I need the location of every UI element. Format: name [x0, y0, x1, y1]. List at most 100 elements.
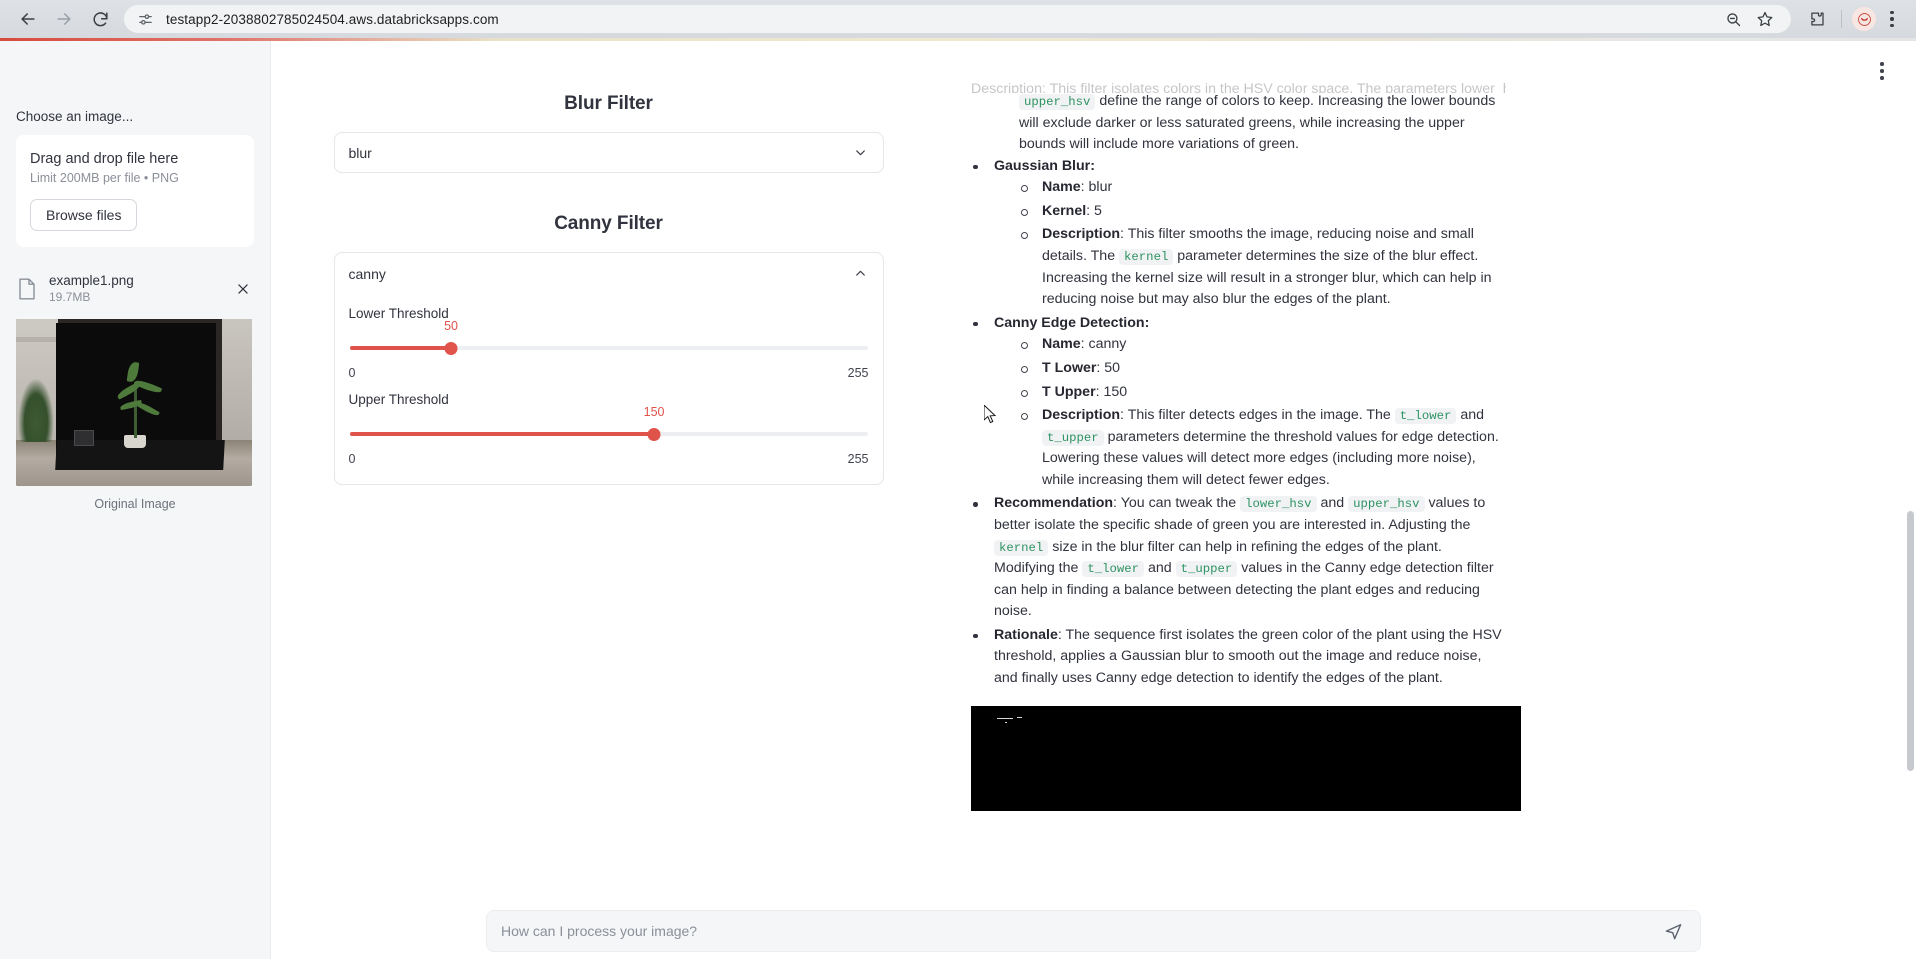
- clipped-description-line: Description: This filter isolates colors…: [971, 79, 1506, 93]
- dropzone-limit-text: Limit 200MB per file • PNG: [30, 171, 240, 185]
- inline-code-t-upper: t_upper: [1176, 561, 1238, 577]
- section-gaussian-blur: Gaussian Blur: Name: blur Kernel: 5 Desc…: [971, 156, 1506, 311]
- item-value: canny: [1089, 336, 1127, 352]
- rationale-key: Rationale: [994, 627, 1058, 643]
- chat-input-bar: How can I process your image?: [271, 903, 1916, 959]
- canny-expander-header[interactable]: canny: [349, 253, 869, 294]
- canny-filter-selected-value: canny: [349, 266, 853, 282]
- list-item: T Upper: 150: [1019, 382, 1506, 404]
- chevron-up-icon[interactable]: [853, 266, 869, 282]
- section-heading: Gaussian Blur:: [994, 158, 1095, 174]
- uploaded-file-item: example1.png 19.7MB: [16, 267, 254, 315]
- processed-image-output: [971, 706, 1521, 811]
- back-button[interactable]: [10, 1, 46, 37]
- slider-handle[interactable]: [648, 428, 661, 441]
- inline-code-lower-hsv: lower_hsv: [1240, 496, 1316, 512]
- reload-button[interactable]: [82, 1, 118, 37]
- lower-threshold-slider[interactable]: 50: [350, 338, 868, 358]
- extensions-puzzle-icon[interactable]: [1803, 5, 1831, 33]
- item-key: Description: [1042, 407, 1120, 423]
- canny-filter-expander: canny Lower Threshold 50 0 255: [334, 252, 884, 485]
- item-text-pre: This filter detects edges in the image. …: [1128, 407, 1391, 423]
- item-key: Description: [1042, 226, 1120, 242]
- inline-code-upper-hsv: upper_hsv: [1348, 496, 1424, 512]
- lower-threshold-min: 0: [349, 366, 356, 380]
- assistant-answer: Description: This filter isolates colors…: [946, 41, 1506, 811]
- rec-text-5: and: [1148, 560, 1172, 576]
- inline-code-t-lower: t_lower: [1082, 561, 1144, 577]
- list-item: Name: blur: [1019, 177, 1506, 199]
- address-bar[interactable]: testapp2-2038802785024504.aws.databricks…: [124, 5, 1791, 33]
- item-text-mid: and: [1460, 407, 1484, 423]
- inline-code-upper-hsv: upper_hsv: [1019, 94, 1095, 110]
- recommendation-key: Recommendation: [994, 495, 1113, 511]
- list-item: Description: This filter detects edges i…: [1019, 405, 1506, 491]
- hsv-description-tail: upper_hsv define the range of colors to …: [1019, 91, 1506, 156]
- chrome-menu-icon[interactable]: [1878, 5, 1906, 33]
- send-icon[interactable]: [1660, 918, 1686, 944]
- toolbar-divider: [1841, 10, 1842, 28]
- chat-input-container[interactable]: How can I process your image?: [486, 910, 1701, 952]
- filters-panel: Blur Filter blur Canny Filter canny Lowe…: [271, 41, 946, 959]
- lower-threshold-value: 50: [444, 319, 458, 333]
- file-size: 19.7MB: [49, 290, 221, 306]
- upper-threshold-max: 255: [848, 452, 869, 466]
- chevron-down-icon[interactable]: [853, 145, 869, 161]
- list-item: Description: This filter smooths the ima…: [1019, 224, 1506, 310]
- blur-filter-select[interactable]: blur: [334, 132, 884, 173]
- inline-code-t-upper: t_upper: [1042, 430, 1104, 446]
- browser-right-actions: [1799, 5, 1906, 33]
- slider-fill: [350, 432, 655, 436]
- dropzone-title: Drag and drop file here: [30, 151, 240, 167]
- upper-threshold-slider[interactable]: 150: [350, 424, 868, 444]
- zoom-out-icon[interactable]: [1719, 5, 1747, 33]
- close-icon[interactable]: [232, 278, 254, 300]
- back-arrow-icon: [18, 9, 38, 29]
- list-item: T Lower: 50: [1019, 358, 1506, 380]
- upper-threshold-range: 0 255: [349, 452, 869, 466]
- rec-text-1: You can tweak the: [1121, 495, 1236, 511]
- kebab-menu-icon[interactable]: [1870, 59, 1894, 83]
- item-key: Name: [1042, 336, 1081, 352]
- inline-code-t-lower: t_lower: [1395, 408, 1457, 424]
- original-image-preview: Original Image: [16, 319, 254, 511]
- item-text-post: parameters determine the threshold value…: [1042, 429, 1499, 488]
- list-item: Name: canny: [1019, 334, 1506, 356]
- item-key: Kernel: [1042, 203, 1086, 219]
- page-scrollbar[interactable]: [1907, 511, 1914, 771]
- file-dropzone[interactable]: Drag and drop file here Limit 200MB per …: [16, 135, 254, 247]
- lower-threshold-range: 0 255: [349, 366, 869, 380]
- gaussian-blur-items: Name: blur Kernel: 5 Description: This f…: [994, 177, 1506, 310]
- file-name: example1.png: [49, 273, 221, 290]
- item-key: Name: [1042, 179, 1081, 195]
- item-value: blur: [1089, 179, 1113, 195]
- upper-threshold-label: Upper Threshold: [349, 392, 869, 407]
- canny-items: Name: canny T Lower: 50 T Upper: 150 Des…: [994, 334, 1506, 491]
- item-key: T Upper: [1042, 384, 1096, 400]
- upper-threshold-min: 0: [349, 452, 356, 466]
- upper-threshold-slider-group: Upper Threshold 150 0 255: [349, 392, 869, 466]
- item-value: 5: [1094, 203, 1102, 219]
- list-item: Kernel: 5: [1019, 201, 1506, 223]
- lower-threshold-slider-group: Lower Threshold 50 0 255: [349, 306, 869, 380]
- profile-avatar-icon[interactable]: [1852, 7, 1876, 31]
- reload-icon: [91, 10, 110, 29]
- section-recommendation: Recommendation: You can tweak the lower_…: [971, 493, 1506, 622]
- app-root: Choose an image... Drag and drop file he…: [0, 41, 1916, 959]
- address-bar-url[interactable]: testapp2-2038802785024504.aws.databricks…: [166, 12, 499, 27]
- file-icon: [16, 277, 38, 301]
- forward-arrow-icon: [54, 9, 74, 29]
- slider-handle[interactable]: [445, 342, 458, 355]
- item-value: 150: [1104, 384, 1128, 400]
- site-settings-icon[interactable]: [136, 10, 154, 28]
- star-icon[interactable]: [1751, 5, 1779, 33]
- rec-text-2: and: [1320, 495, 1344, 511]
- chat-input[interactable]: How can I process your image?: [501, 923, 1660, 939]
- item-key: T Lower: [1042, 360, 1096, 376]
- forward-button[interactable]: [46, 1, 82, 37]
- item-value: 50: [1104, 360, 1120, 376]
- blur-filter-title: Blur Filter: [271, 93, 946, 115]
- preview-caption: Original Image: [16, 497, 254, 511]
- browse-files-button[interactable]: Browse files: [30, 199, 137, 231]
- sidebar: Choose an image... Drag and drop file he…: [0, 41, 271, 959]
